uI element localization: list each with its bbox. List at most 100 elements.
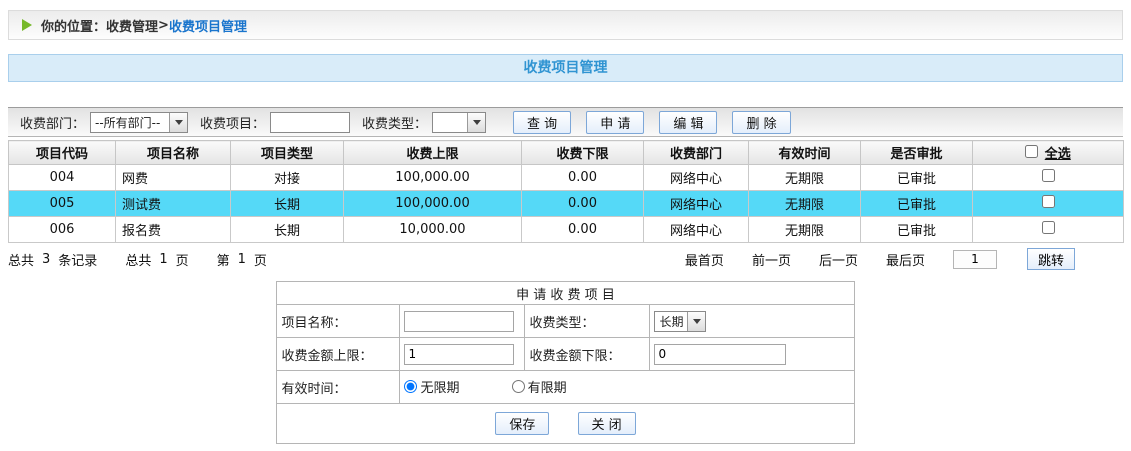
- filter-toolbar: 收费部门： --所有部门-- 收费项目： 收费类型： 查 询 申 请 编 辑 删…: [8, 107, 1123, 137]
- fee-type-cell: 长期: [650, 305, 854, 338]
- select-all-checkbox[interactable]: [1025, 145, 1038, 158]
- row-checkbox[interactable]: [1042, 169, 1055, 182]
- fee-type-label: 收费类型：: [525, 305, 650, 338]
- row-checkbox[interactable]: [1042, 195, 1055, 208]
- cell-code: 004: [9, 165, 116, 191]
- cell-valid-time: 无期限: [749, 217, 861, 243]
- project-name-label: 项目名称：: [277, 305, 400, 338]
- cell-valid-time: 无期限: [749, 165, 861, 191]
- radio-limited[interactable]: [512, 380, 525, 393]
- header-type: 项目类型: [231, 141, 344, 165]
- cell-type: 长期: [231, 217, 344, 243]
- current-page-number: 1: [238, 252, 246, 267]
- header-dept: 收费部门: [644, 141, 749, 165]
- cell-upper-limit: 100,000.00: [344, 165, 522, 191]
- cell-valid-time: 无期限: [749, 191, 861, 217]
- fee-type-select[interactable]: 长期: [654, 311, 706, 332]
- fee-item-management-page: 你的位置： 收费管理 > 收费项目管理 收费项目管理 收费部门： --所有部门-…: [0, 10, 1131, 451]
- cell-name: 测试费: [116, 191, 231, 217]
- lower-limit-cell: [650, 338, 854, 371]
- jump-page-input[interactable]: [953, 250, 997, 269]
- type-filter-select[interactable]: [432, 112, 486, 133]
- pagination-bar: 总共 3 条记录 总共 1 页 第 1 页 最首页 前一页 后一页 最后页 跳转: [8, 248, 1123, 270]
- project-name-cell: [400, 305, 525, 338]
- query-button[interactable]: 查 询: [513, 111, 571, 134]
- fee-items-table: 项目代码 项目名称 项目类型 收费上限 收费下限 收费部门 有效时间 是否审批 …: [8, 140, 1124, 243]
- header-upper: 收费上限: [344, 141, 522, 165]
- radio-limited-option[interactable]: 有限期: [512, 377, 567, 396]
- first-page-link[interactable]: 最首页: [685, 250, 724, 269]
- close-button[interactable]: 关 闭: [578, 412, 636, 435]
- table-header-row: 项目代码 项目名称 项目类型 收费上限 收费下限 收费部门 有效时间 是否审批 …: [9, 141, 1124, 165]
- upper-limit-cell: [400, 338, 525, 371]
- edit-button[interactable]: 编 辑: [659, 111, 717, 134]
- apply-fee-form: 申 请 收 费 项 目 项目名称： 收费类型： 长期 收费金额上限： 收费金额下…: [276, 281, 854, 444]
- cell-lower-limit: 0.00: [522, 191, 644, 217]
- lower-limit-label: 收费金额下限：: [525, 338, 650, 371]
- cell-code: 006: [9, 217, 116, 243]
- records-total-prefix: 总共: [8, 250, 34, 269]
- breadcrumb: 你的位置： 收费管理 > 收费项目管理: [8, 10, 1123, 40]
- breadcrumb-current-link[interactable]: 收费项目管理: [169, 16, 247, 35]
- next-page-link[interactable]: 后一页: [819, 250, 858, 269]
- pages-total-count: 1: [159, 252, 167, 267]
- jump-button[interactable]: 跳转: [1027, 248, 1075, 270]
- table-row[interactable]: 005 测试费 长期 100,000.00 0.00 网络中心 无期限 已审批: [9, 191, 1124, 217]
- records-total-count: 3: [42, 252, 50, 267]
- cell-code: 005: [9, 191, 116, 217]
- dept-filter-label: 收费部门：: [20, 113, 85, 132]
- item-filter-input[interactable]: [270, 112, 350, 133]
- dept-filter-value: --所有部门--: [91, 114, 169, 131]
- current-page-prefix: 第: [217, 250, 230, 269]
- cell-lower-limit: 0.00: [522, 165, 644, 191]
- valid-time-options: 无限期 有限期: [400, 371, 854, 404]
- header-approved: 是否审批: [861, 141, 973, 165]
- header-select-all: 全选: [973, 141, 1124, 165]
- cell-approved: 已审批: [861, 165, 973, 191]
- table-row[interactable]: 004 网费 对接 100,000.00 0.00 网络中心 无期限 已审批: [9, 165, 1124, 191]
- radio-unlimited-option[interactable]: 无限期: [404, 377, 459, 396]
- cell-select: [973, 191, 1124, 217]
- dropdown-arrow-icon: [169, 113, 187, 132]
- page-title: 收费项目管理: [8, 54, 1123, 82]
- radio-unlimited-label: 无限期: [420, 377, 459, 396]
- cell-upper-limit: 100,000.00: [344, 191, 522, 217]
- row-checkbox[interactable]: [1042, 221, 1055, 234]
- breadcrumb-separator: >: [158, 18, 169, 33]
- dropdown-arrow-icon: [687, 312, 705, 331]
- form-buttons: 保存 关 闭: [277, 404, 854, 444]
- table-row[interactable]: 006 报名费 长期 10,000.00 0.00 网络中心 无期限 已审批: [9, 217, 1124, 243]
- select-all-label[interactable]: 全选: [1045, 147, 1071, 162]
- header-code: 项目代码: [9, 141, 116, 165]
- last-page-link[interactable]: 最后页: [886, 250, 925, 269]
- dropdown-arrow-icon: [467, 113, 485, 132]
- records-total-suffix: 条记录: [58, 250, 97, 269]
- upper-limit-input[interactable]: [404, 344, 514, 365]
- header-name: 项目名称: [116, 141, 231, 165]
- cell-select: [973, 165, 1124, 191]
- lower-limit-input[interactable]: [654, 344, 786, 365]
- prev-page-link[interactable]: 前一页: [752, 250, 791, 269]
- save-button[interactable]: 保存: [495, 412, 549, 435]
- radio-unlimited[interactable]: [404, 380, 417, 393]
- cell-approved: 已审批: [861, 191, 973, 217]
- type-filter-label: 收费类型：: [362, 113, 427, 132]
- breadcrumb-prefix: 你的位置：: [41, 16, 106, 35]
- cell-select: [973, 217, 1124, 243]
- cell-name: 报名费: [116, 217, 231, 243]
- project-name-input[interactable]: [404, 311, 514, 332]
- form-title: 申 请 收 费 项 目: [277, 282, 854, 305]
- breadcrumb-section: 收费管理: [106, 16, 158, 35]
- cell-type: 对接: [231, 165, 344, 191]
- pages-total-suffix: 页: [176, 250, 189, 269]
- delete-button[interactable]: 删 除: [732, 111, 790, 134]
- header-valid: 有效时间: [749, 141, 861, 165]
- current-page-suffix: 页: [254, 250, 267, 269]
- cell-type: 长期: [231, 191, 344, 217]
- dept-filter-select[interactable]: --所有部门--: [90, 112, 188, 133]
- radio-limited-label: 有限期: [528, 377, 567, 396]
- cell-approved: 已审批: [861, 217, 973, 243]
- header-lower: 收费下限: [522, 141, 644, 165]
- cell-department: 网络中心: [644, 217, 749, 243]
- apply-button[interactable]: 申 请: [586, 111, 644, 134]
